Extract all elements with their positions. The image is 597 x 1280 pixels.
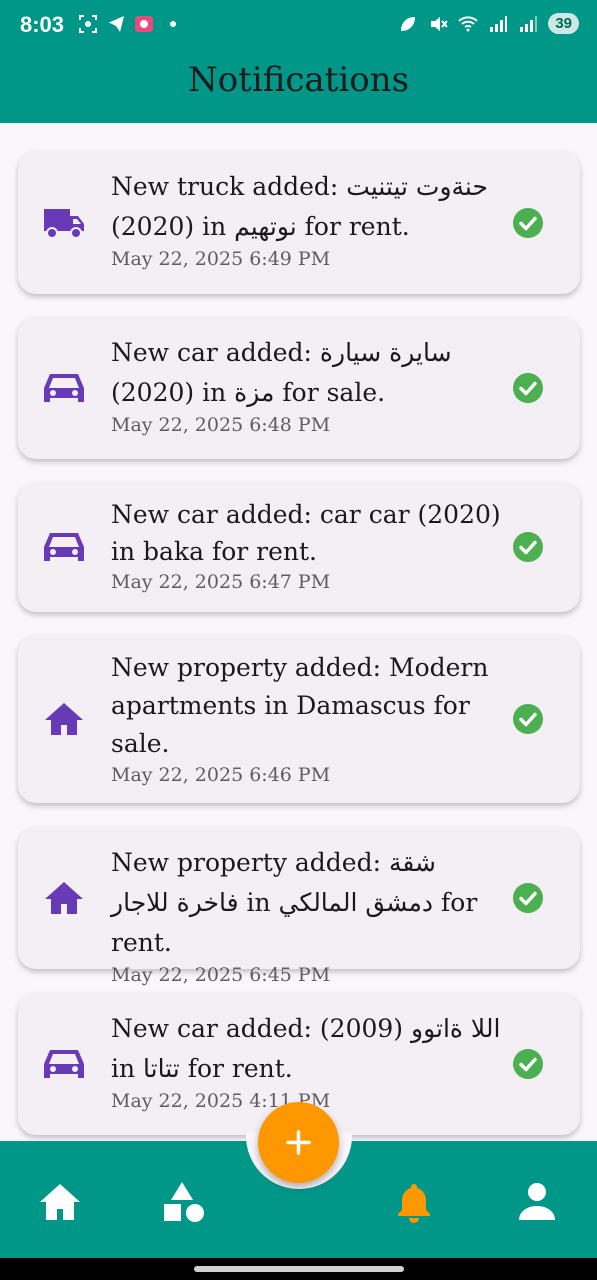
- notification-message: New truck added: حنةوت تيتنيت (2020) in …: [111, 172, 488, 241]
- leaf-icon: [401, 16, 416, 31]
- notification-timestamp: May 22, 2025 6:45 PM: [111, 964, 331, 986]
- app-bar: Notifications: [0, 50, 597, 123]
- check-circle-icon: [513, 373, 543, 403]
- notification-message: New car added: car car (2020) in baka fo…: [111, 500, 501, 566]
- signal-icon: [490, 15, 508, 32]
- notification-card[interactable]: New truck added: حنةوت تيتنيت (2020) in …: [18, 151, 580, 294]
- notification-timestamp: May 22, 2025 6:48 PM: [111, 414, 331, 436]
- signal-icon-2: [520, 15, 538, 32]
- battery-indicator: 39: [548, 13, 579, 34]
- notification-card[interactable]: New property added: Modern apartments in…: [18, 635, 580, 803]
- screenshot-icon: [79, 15, 97, 33]
- shapes-icon[interactable]: [162, 1180, 206, 1224]
- home-icon: [45, 882, 83, 914]
- check-circle-icon: [513, 883, 543, 913]
- check-circle-icon: [513, 1049, 543, 1079]
- check-circle-icon: [513, 704, 543, 734]
- more-notifications-dot: [170, 21, 176, 27]
- bell-icon[interactable]: [392, 1180, 436, 1224]
- app-notification-icon: [135, 16, 153, 32]
- check-circle-icon: [513, 207, 543, 238]
- notification-card[interactable]: New property added: شقة فاخرة للاجار in …: [18, 827, 580, 986]
- home-gesture-handle[interactable]: [194, 1266, 404, 1272]
- notification-card[interactable]: New car added: سايرة سيارة (2020) in مزة…: [18, 317, 580, 459]
- telegram-icon: [108, 16, 124, 32]
- home-icon: [45, 703, 83, 735]
- wifi-icon: [458, 15, 479, 31]
- car-icon: [44, 374, 84, 402]
- truck-icon: [44, 208, 84, 239]
- notification-timestamp: May 22, 2025 6:47 PM: [111, 571, 331, 593]
- add-button[interactable]: [258, 1102, 339, 1183]
- notification-timestamp: May 22, 2025 6:49 PM: [111, 248, 331, 270]
- mute-icon: [431, 16, 449, 31]
- car-icon: [44, 1050, 84, 1078]
- notification-timestamp: May 22, 2025 6:46 PM: [111, 764, 331, 786]
- notification-message: New property added: Modern apartments in…: [111, 653, 489, 758]
- person-icon[interactable]: [515, 1180, 559, 1224]
- home-icon[interactable]: [38, 1180, 82, 1224]
- status-bar: 8:03 39: [0, 0, 597, 50]
- notification-message: New car added: سايرة سيارة (2020) in مزة…: [111, 338, 452, 407]
- notifications-list[interactable]: New truck added: حنةوت تيتنيت (2020) in …: [0, 123, 597, 1143]
- notification-message: New property added: شقة فاخرة للاجار in …: [111, 848, 478, 957]
- page-title: Notifications: [187, 60, 410, 100]
- check-circle-icon: [513, 532, 543, 562]
- notification-card[interactable]: New car added: car car (2020) in baka fo…: [18, 482, 580, 612]
- plus-icon: [286, 1130, 311, 1155]
- gesture-navigation-bar: [0, 1258, 597, 1280]
- notification-message: New car added: اللا ةاتوو (2009) in تتات…: [111, 1014, 501, 1083]
- status-time: 8:03: [20, 12, 65, 37]
- car-icon: [44, 533, 84, 561]
